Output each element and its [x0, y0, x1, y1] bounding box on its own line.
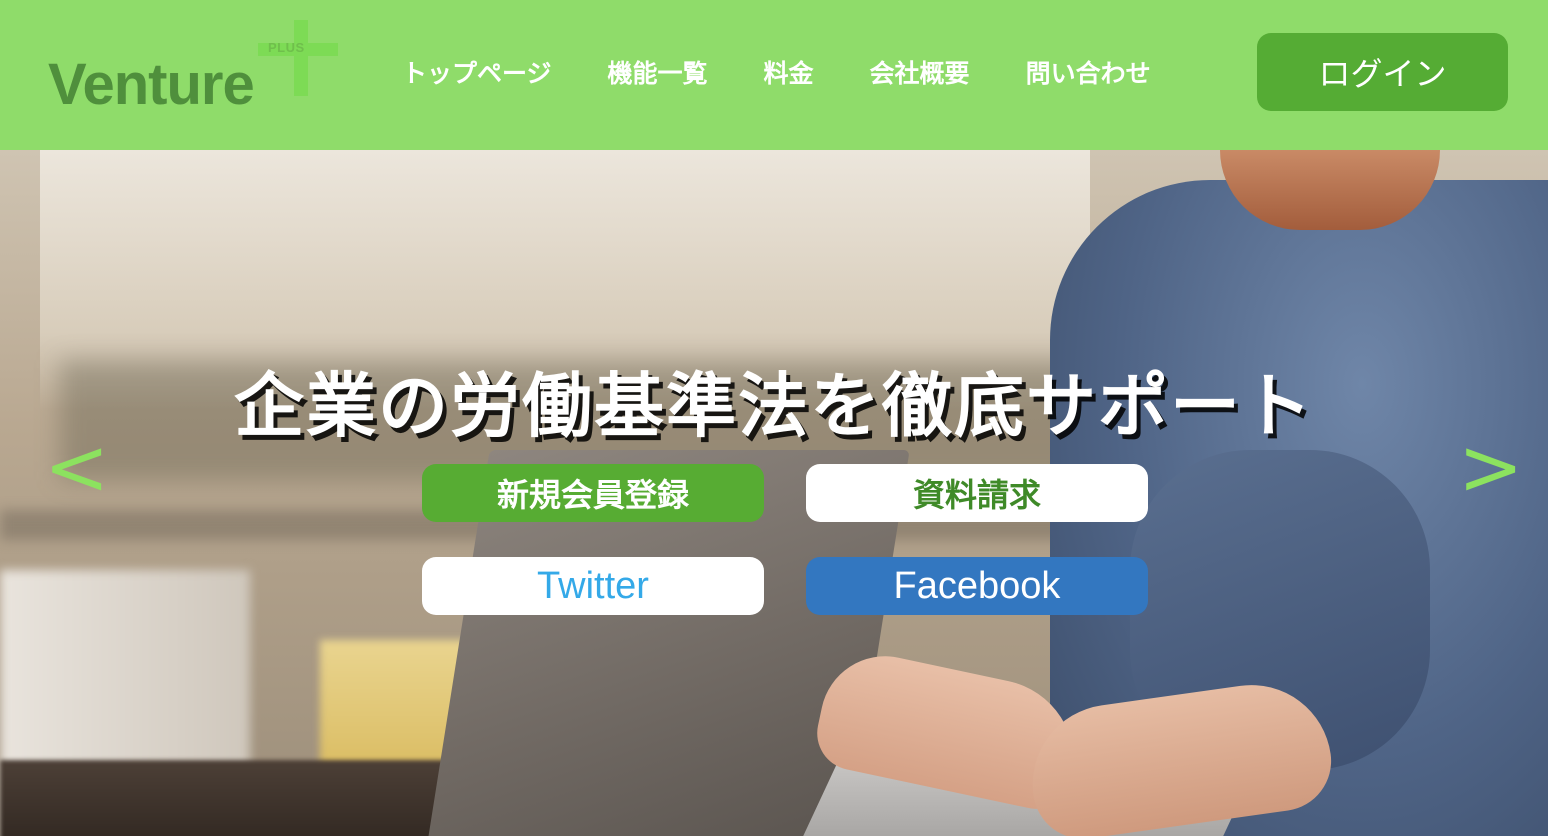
logo-plus-mark — [294, 20, 308, 96]
hero-title: 企業の労働基準法を徹底サポート — [234, 365, 1314, 447]
main-nav: トップページ 機能一覧 料金 会社概要 問い合わせ — [402, 54, 1151, 94]
twitter-button[interactable]: Twitter — [422, 557, 764, 615]
slider-prev-arrow-icon[interactable]: < — [44, 428, 109, 508]
nav-item-features[interactable]: 機能一覧 — [608, 54, 708, 94]
logo[interactable]: PLUS Venture — [46, 18, 346, 128]
logo-sub-text: PLUS — [268, 40, 305, 55]
site-header: PLUS Venture トップページ 機能一覧 料金 会社概要 問い合わせ ロ… — [0, 0, 1548, 150]
login-button[interactable]: ログイン — [1257, 33, 1508, 111]
register-button[interactable]: 新規会員登録 — [422, 464, 764, 522]
facebook-button[interactable]: Facebook — [806, 557, 1148, 615]
nav-item-pricing[interactable]: 料金 — [764, 54, 814, 94]
logo-text: Venture — [48, 52, 255, 117]
slider-next-arrow-icon[interactable]: > — [1458, 428, 1523, 508]
nav-item-contact[interactable]: 問い合わせ — [1026, 54, 1151, 94]
request-docs-button[interactable]: 資料請求 — [806, 464, 1148, 522]
hero-slider: 企業の労働基準法を徹底サポート < > 新規会員登録 資料請求 Twitter … — [0, 150, 1548, 836]
nav-item-company[interactable]: 会社概要 — [870, 54, 970, 94]
nav-item-top[interactable]: トップページ — [402, 54, 552, 94]
